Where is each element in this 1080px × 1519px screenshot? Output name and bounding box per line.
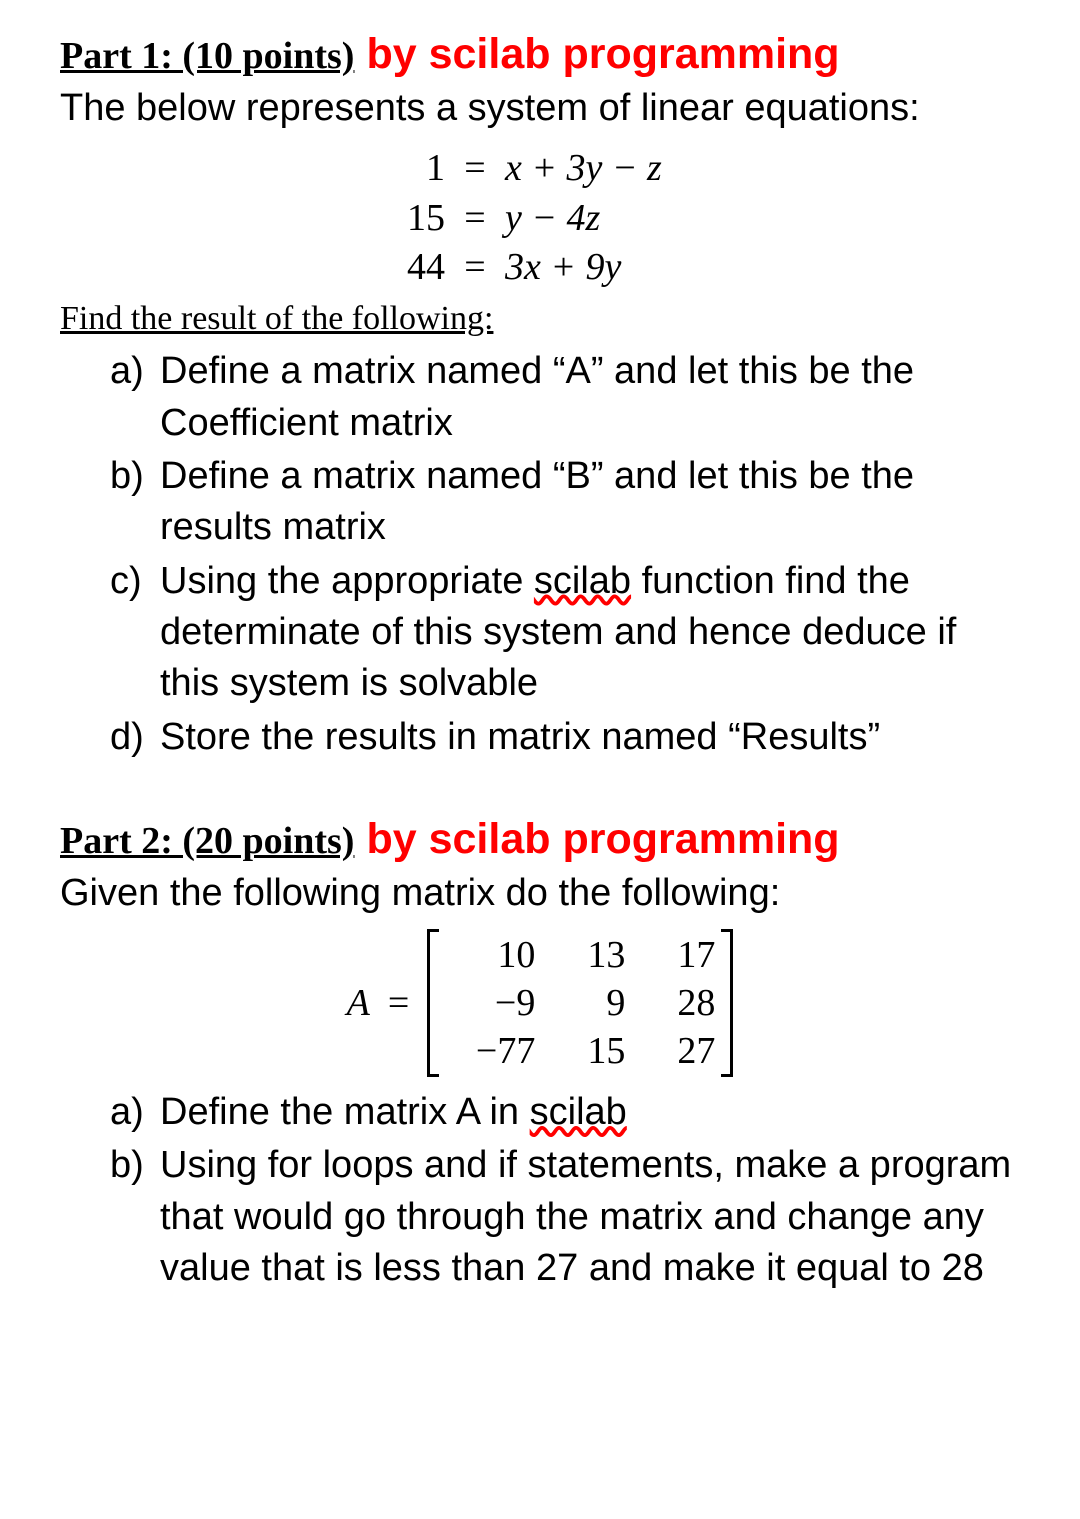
part1-intro: The below represents a system of linear …: [60, 83, 1020, 134]
matrix-cell: 10: [445, 933, 535, 977]
spellcheck-squiggle: scilab: [534, 560, 631, 602]
matrix-cell: 9: [555, 981, 625, 1025]
bracket-right: [721, 929, 733, 1077]
list-item: c) Using the appropriate scilab function…: [110, 556, 1020, 710]
matrix-cell: 17: [645, 933, 715, 977]
matrix-cell: −9: [445, 981, 535, 1025]
matrix-cell: 27: [645, 1029, 715, 1073]
list-content: Define the matrix A in scilab: [160, 1087, 1020, 1138]
matrix-content: 10 13 17 −9 9 28 −77 15 27: [439, 929, 721, 1077]
list-item: b) Using for loops and if statements, ma…: [110, 1140, 1020, 1294]
equation-lhs: 44: [345, 243, 445, 292]
part2-heading: Part 2: (20 points) by scilab programmin…: [60, 815, 1020, 864]
list-marker: a): [110, 1087, 160, 1138]
matrix-equals: =: [388, 981, 409, 1025]
equation-rhs: y − 4z: [505, 194, 735, 243]
list-content: Define a matrix named “B” and let this b…: [160, 451, 1020, 554]
equation-row: 1 = x + 3y − z: [60, 144, 1020, 193]
equation-block: 1 = x + 3y − z 15 = y − 4z 44 = 3x + 9y: [60, 144, 1020, 292]
part2-scilab-label: by scilab programming: [366, 815, 839, 864]
part2-intro: Given the following matrix do the follow…: [60, 868, 1020, 919]
equation-equals: =: [445, 243, 505, 292]
equation-row: 44 = 3x + 9y: [60, 243, 1020, 292]
list-marker: b): [110, 451, 160, 554]
equation-row: 15 = y − 4z: [60, 194, 1020, 243]
equation-equals: =: [445, 194, 505, 243]
bracket-left: [427, 929, 439, 1077]
list-marker: c): [110, 556, 160, 710]
list-marker: b): [110, 1140, 160, 1294]
list-content: Using for loops and if statements, make …: [160, 1140, 1020, 1294]
part1-label: Part 1: (10 points): [60, 34, 354, 78]
part1-list: a) Define a matrix named “A” and let thi…: [110, 346, 1020, 762]
matrix-cell: 13: [555, 933, 625, 977]
matrix-cell: 15: [555, 1029, 625, 1073]
part2-label: Part 2: (20 points): [60, 819, 354, 863]
matrix-display: A = 10 13 17 −9 9 28 −77 15 27: [60, 929, 1020, 1077]
find-result-heading: Find the result of the following:: [60, 300, 1020, 338]
list-item: d) Store the results in matrix named “Re…: [110, 712, 1020, 763]
equation-rhs: 3x + 9y: [505, 243, 735, 292]
equation-lhs: 1: [345, 144, 445, 193]
list-item: a) Define the matrix A in scilab: [110, 1087, 1020, 1138]
list-marker: d): [110, 712, 160, 763]
matrix-name: A: [347, 981, 370, 1025]
list-item: a) Define a matrix named “A” and let thi…: [110, 346, 1020, 449]
list-content: Using the appropriate scilab function fi…: [160, 556, 1020, 710]
matrix-cell: 28: [645, 981, 715, 1025]
part1-heading: Part 1: (10 points) by scilab programmin…: [60, 30, 1020, 79]
equation-rhs: x + 3y − z: [505, 144, 735, 193]
list-content: Store the results in matrix named “Resul…: [160, 712, 1020, 763]
list-item: b) Define a matrix named “B” and let thi…: [110, 451, 1020, 554]
equation-lhs: 15: [345, 194, 445, 243]
list-content: Define a matrix named “A” and let this b…: [160, 346, 1020, 449]
matrix-bracket: 10 13 17 −9 9 28 −77 15 27: [427, 929, 733, 1077]
matrix-cell: −77: [445, 1029, 535, 1073]
equation-equals: =: [445, 144, 505, 193]
spellcheck-squiggle: scilab: [530, 1091, 627, 1133]
part1-scilab-label: by scilab programming: [366, 30, 839, 79]
part2-list: a) Define the matrix A in scilab b) Usin…: [110, 1087, 1020, 1294]
list-marker: a): [110, 346, 160, 449]
